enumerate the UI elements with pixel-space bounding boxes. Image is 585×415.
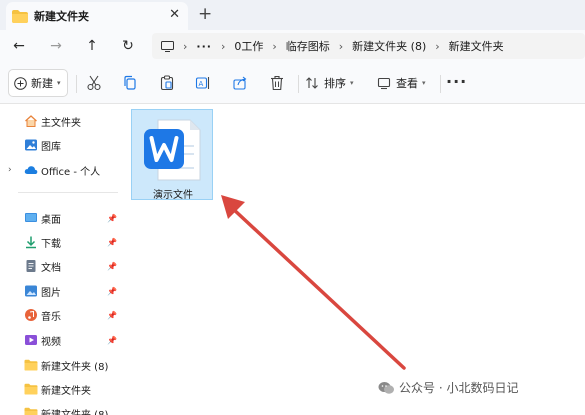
refresh-button[interactable]: ↻ — [118, 36, 138, 56]
chevron-down-icon: ▾ — [422, 79, 426, 87]
command-bar: 新建 ▾ A 排序 ▾ 查看 ▾ ··· — [0, 62, 585, 104]
sidebar-item-label: 桌面 — [41, 214, 61, 226]
pin-icon[interactable]: 📌 — [107, 311, 117, 320]
sidebar-item-onedrive[interactable]: › Office - 个人 — [0, 159, 120, 181]
sidebar-item-label: 下载 — [41, 238, 61, 250]
add-icon — [14, 76, 27, 90]
sidebar-item-home[interactable]: 主文件夹 — [0, 110, 120, 132]
sidebar-item-pictures[interactable]: 图片 📌 — [0, 280, 120, 302]
tab-label: 新建文件夹 — [34, 10, 89, 23]
paste-icon[interactable] — [158, 74, 176, 92]
sidebar-item-downloads[interactable]: 下载 📌 — [0, 231, 120, 253]
view-icon — [377, 77, 391, 90]
back-button[interactable]: ← — [9, 36, 29, 56]
new-tab-button[interactable]: + — [198, 5, 212, 23]
sidebar-item-label: 新建文件夹 (8) — [41, 409, 109, 415]
download-icon — [26, 236, 36, 249]
view-label: 查看 — [396, 77, 418, 90]
copy-icon[interactable] — [121, 74, 139, 92]
navigation-bar: ← → ↑ ↻ › ··· › 0工作 › 临存图标 › 新建文件夹 (8) ›… — [0, 30, 585, 62]
chevron-right-icon[interactable]: › — [8, 165, 12, 175]
folder-icon — [12, 9, 28, 23]
svg-text:A: A — [199, 80, 204, 88]
gallery-icon — [25, 139, 37, 151]
breadcrumb-item[interactable]: 新建文件夹 (8) — [352, 38, 426, 54]
watermark: 公众号 · 小北数码日记 — [378, 379, 518, 396]
breadcrumb-overflow[interactable]: ··· — [196, 40, 212, 53]
sidebar-item-desktop[interactable]: 桌面 📌 — [0, 207, 120, 229]
sidebar-item-documents[interactable]: 文档 📌 — [0, 255, 120, 277]
documents-icon — [26, 260, 36, 272]
watermark-text: 公众号 · 小北数码日记 — [399, 381, 519, 395]
sidebar-divider — [18, 192, 118, 193]
wechat-icon — [378, 381, 394, 394]
address-bar[interactable]: › ··· › 0工作 › 临存图标 › 新建文件夹 (8) › 新建文件夹 — [152, 33, 585, 59]
rename-icon[interactable]: A — [194, 74, 212, 92]
videos-icon — [25, 335, 37, 345]
file-name: 演示文件 — [153, 190, 193, 201]
sort-icon — [306, 77, 318, 89]
sidebar-item-label: 图库 — [41, 141, 61, 153]
sidebar-item-label: 图片 — [41, 287, 61, 299]
word-document-icon — [144, 119, 201, 181]
breadcrumb-item[interactable]: 0工作 — [234, 38, 263, 54]
sort-label: 排序 — [324, 77, 346, 90]
file-list: 演示文件 — [120, 104, 585, 415]
sidebar-item-folder[interactable]: 新建文件夹 — [0, 378, 120, 400]
navigation-pane: 主文件夹 图库 › Office - 个人 桌面 📌 下载 📌 文档 📌 图片 … — [0, 104, 120, 415]
up-button[interactable]: ↑ — [82, 36, 102, 56]
cloud-icon — [24, 166, 38, 174]
view-button[interactable]: 查看 ▾ — [377, 73, 426, 93]
folder-icon — [24, 359, 38, 371]
pictures-icon — [25, 285, 37, 297]
sort-button[interactable]: 排序 ▾ — [305, 73, 354, 93]
sidebar-item-label: 新建文件夹 — [41, 385, 91, 397]
title-bar: 新建文件夹 ✕ + — [0, 0, 585, 30]
folder-icon — [24, 383, 38, 395]
chevron-right-icon[interactable]: › — [183, 40, 187, 53]
share-icon[interactable] — [231, 74, 249, 92]
chevron-right-icon[interactable]: › — [221, 40, 225, 53]
close-tab-button[interactable]: ✕ — [169, 8, 180, 22]
sidebar-item-label: 文档 — [41, 262, 61, 274]
pin-icon[interactable]: 📌 — [107, 287, 117, 296]
music-icon — [25, 309, 37, 321]
chevron-down-icon: ▾ — [350, 79, 354, 87]
pin-icon[interactable]: 📌 — [107, 336, 117, 345]
file-item[interactable]: 演示文件 — [131, 109, 213, 201]
new-button-label: 新建 — [31, 77, 53, 90]
pin-icon[interactable]: 📌 — [107, 238, 117, 247]
this-pc-icon[interactable] — [161, 40, 174, 52]
forward-button[interactable]: → — [46, 36, 66, 56]
chevron-right-icon[interactable]: › — [339, 40, 343, 53]
sidebar-item-label: 主文件夹 — [41, 117, 81, 129]
cut-icon[interactable] — [85, 74, 103, 92]
sidebar-item-label: 新建文件夹 (8) — [41, 361, 109, 373]
sidebar-item-label: Office - 个人 — [41, 166, 101, 178]
chevron-right-icon[interactable]: › — [435, 40, 439, 53]
more-options-button[interactable]: ··· — [446, 72, 467, 91]
toolbar-divider — [440, 75, 441, 93]
pin-icon[interactable]: 📌 — [107, 214, 117, 223]
home-icon — [25, 115, 37, 127]
sidebar-item-music[interactable]: 音乐 📌 — [0, 304, 120, 326]
desktop-icon — [25, 213, 37, 222]
folder-icon — [24, 407, 38, 415]
new-button[interactable]: 新建 ▾ — [8, 69, 68, 97]
pin-icon[interactable]: 📌 — [107, 262, 117, 271]
breadcrumb-item[interactable]: 临存图标 — [286, 38, 330, 54]
toolbar-divider — [76, 75, 77, 93]
chevron-down-icon: ▾ — [57, 79, 61, 87]
sidebar-item-folder[interactable]: 新建文件夹 (8) — [0, 354, 120, 376]
delete-icon[interactable] — [268, 74, 286, 92]
sidebar-item-videos[interactable]: 视频 📌 — [0, 329, 120, 351]
tab-current-folder[interactable]: 新建文件夹 ✕ — [6, 2, 188, 30]
sidebar-item-folder[interactable]: 新建文件夹 (8) — [0, 402, 120, 415]
toolbar-divider — [298, 75, 299, 93]
sidebar-item-gallery[interactable]: 图库 — [0, 134, 120, 156]
chevron-right-icon[interactable]: › — [272, 40, 276, 53]
sidebar-item-label: 视频 — [41, 336, 61, 348]
breadcrumb-item[interactable]: 新建文件夹 — [449, 38, 504, 54]
sidebar-item-label: 音乐 — [41, 311, 61, 323]
